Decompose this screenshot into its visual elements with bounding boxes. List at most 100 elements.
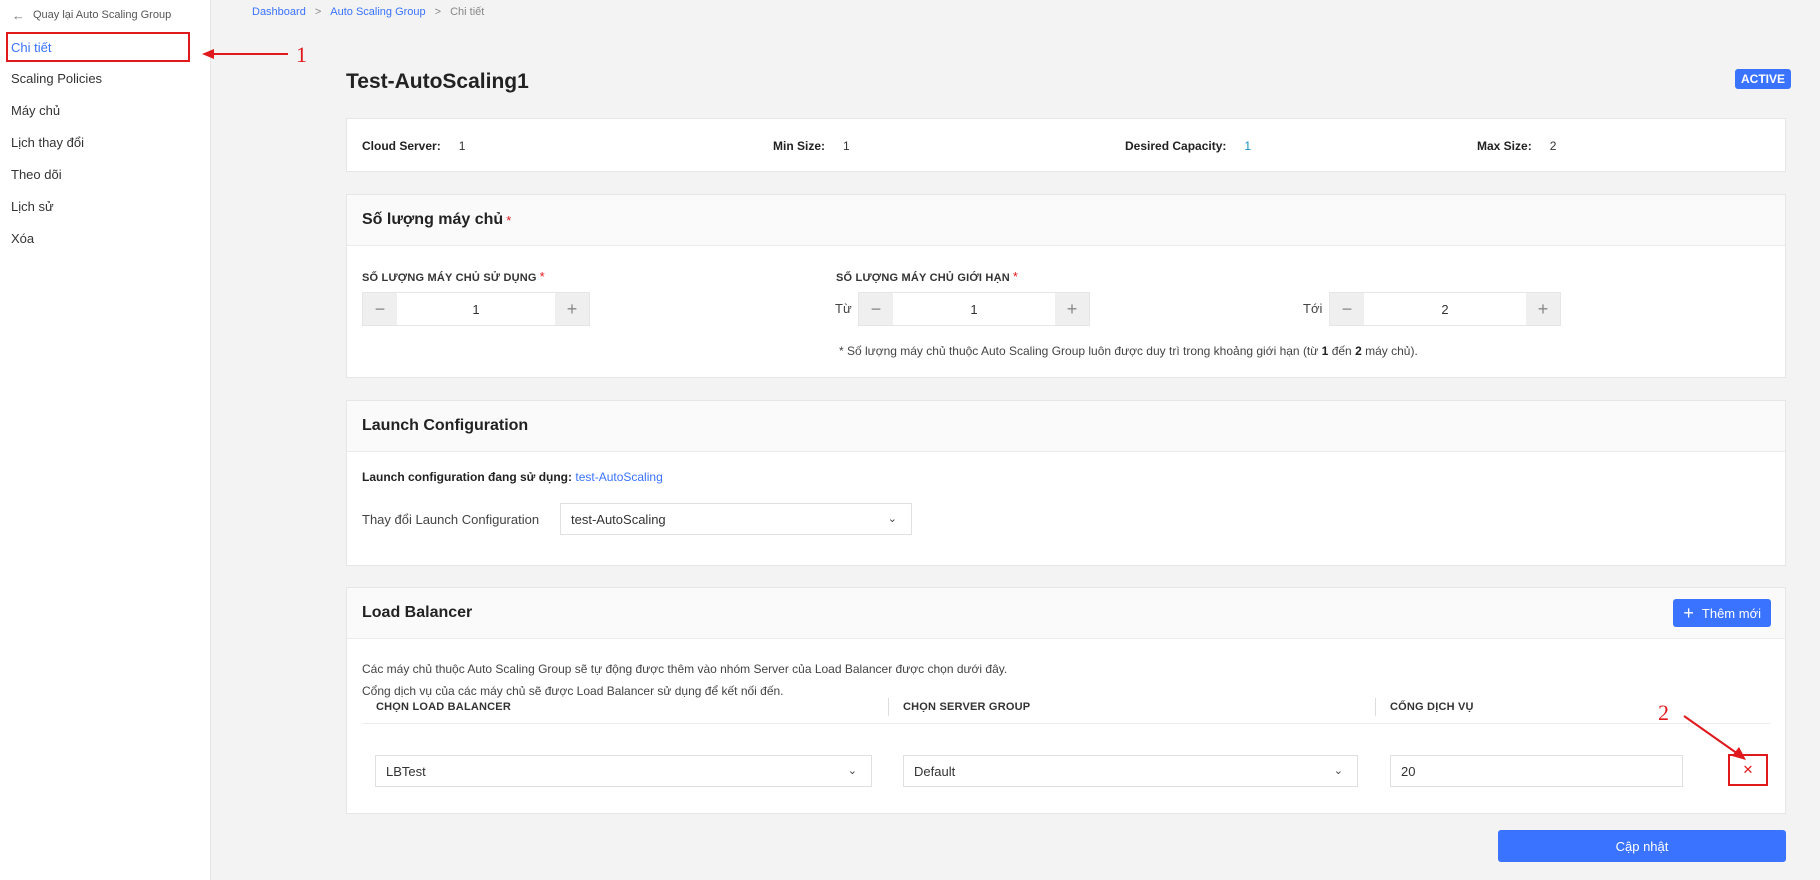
summary-label: Desired Capacity: bbox=[1125, 139, 1227, 153]
note-to: 2 bbox=[1355, 344, 1362, 358]
load-balancer-description: Các máy chủ thuộc Auto Scaling Group sẽ … bbox=[362, 658, 1007, 702]
select-value: test-AutoScaling bbox=[571, 511, 666, 527]
sidebar-item-schedule[interactable]: Lịch thay đổi bbox=[0, 126, 210, 158]
chevron-down-icon: ⌄ bbox=[887, 513, 897, 525]
increment-button[interactable]: + bbox=[1526, 293, 1560, 325]
load-balancer-panel: Load Balancer + Thêm mới Các máy chủ thu… bbox=[346, 587, 1786, 814]
chevron-down-icon: ⌄ bbox=[1333, 765, 1343, 777]
required-mark: * bbox=[1012, 269, 1019, 284]
sidebar-item-scaling-policies[interactable]: Scaling Policies bbox=[0, 62, 210, 94]
add-new-label: Thêm mới bbox=[1701, 605, 1761, 621]
decrement-button[interactable]: − bbox=[859, 293, 893, 325]
annotation-number-1: 1 bbox=[296, 42, 307, 67]
annotation-arrow-1 bbox=[202, 49, 288, 59]
description-line: Các máy chủ thuộc Auto Scaling Group sẽ … bbox=[362, 662, 1008, 676]
plus-icon: + bbox=[1683, 603, 1694, 623]
server-count-panel: Số lượng máy chủ * SỐ LƯỢNG MÁY CHỦ SỬ D… bbox=[346, 194, 1786, 378]
sidebar-item-label: Lịch sử bbox=[11, 198, 54, 214]
to-label: Tới bbox=[1303, 301, 1323, 316]
sidebar-item-label: Xóa bbox=[11, 230, 35, 246]
column-divider bbox=[1375, 698, 1376, 716]
sidebar-item-label: Máy chủ bbox=[11, 102, 61, 118]
note-text: máy chủ). bbox=[1365, 344, 1418, 358]
update-button-label: Cập nhật bbox=[1615, 838, 1669, 854]
sidebar-item-label: Theo dõi bbox=[11, 166, 62, 182]
service-port-input[interactable]: 20 bbox=[1390, 755, 1683, 787]
launch-config-select[interactable]: test-AutoScaling ⌄ bbox=[560, 503, 912, 535]
sidebar-item-detail[interactable]: Chi tiết bbox=[6, 32, 190, 62]
update-button[interactable]: Cập nhật bbox=[1498, 830, 1786, 862]
field-label-text: SỐ LƯỢNG MÁY CHỦ GIỚI HẠN bbox=[836, 272, 1010, 284]
in-use-value[interactable]: 1 bbox=[397, 293, 555, 325]
server-group-select[interactable]: Default ⌄ bbox=[903, 755, 1358, 787]
back-link[interactable]: ← Quay lại Auto Scaling Group bbox=[0, 0, 210, 30]
summary-cloud-server: Cloud Server: 1 bbox=[362, 139, 465, 153]
table-row-divider bbox=[362, 723, 1770, 724]
sidebar-item-delete[interactable]: Xóa bbox=[0, 222, 210, 254]
launch-config-panel: Launch Configuration Launch configuratio… bbox=[346, 400, 1786, 566]
sidebar-item-label: Scaling Policies bbox=[11, 70, 103, 86]
breadcrumb-auto-scaling-group[interactable]: Auto Scaling Group bbox=[330, 6, 425, 18]
close-icon: ✕ bbox=[1742, 762, 1754, 777]
status-badge: ACTIVE bbox=[1735, 69, 1792, 89]
required-mark: * bbox=[506, 212, 512, 228]
limit-from-stepper: − 1 + bbox=[858, 292, 1090, 326]
breadcrumb-separator: > bbox=[314, 6, 322, 18]
select-value: Default bbox=[914, 763, 956, 779]
sidebar-item-monitor[interactable]: Theo dõi bbox=[0, 158, 210, 190]
breadcrumb-dashboard[interactable]: Dashboard bbox=[252, 6, 306, 18]
decrement-button[interactable]: − bbox=[363, 293, 397, 325]
sidebar-item-label: Chi tiết bbox=[11, 39, 52, 55]
panel-header: Số lượng máy chủ * bbox=[347, 195, 1785, 246]
note-from: 1 bbox=[1321, 344, 1329, 358]
column-header-service-port: CỔNG DỊCH VỤ bbox=[1390, 701, 1474, 713]
breadcrumb-separator: > bbox=[434, 6, 442, 18]
current-launch-config: Launch configuration đang sử dụng: test-… bbox=[362, 470, 663, 484]
summary-max-size: Max Size: 2 bbox=[1477, 139, 1556, 153]
summary-label: Min Size: bbox=[773, 139, 826, 153]
limit-to-value[interactable]: 2 bbox=[1364, 293, 1526, 325]
note-text: đến bbox=[1331, 344, 1352, 358]
limit-note: * Số lượng máy chủ thuộc Auto Scaling Gr… bbox=[839, 344, 1418, 358]
increment-button[interactable]: + bbox=[555, 293, 589, 325]
note-text: * Số lượng máy chủ thuộc Auto Scaling Gr… bbox=[839, 344, 1319, 358]
summary-panel: Cloud Server: 1 Min Size: 1 Desired Capa… bbox=[346, 118, 1786, 172]
field-label-text: SỐ LƯỢNG MÁY CHỦ SỬ DỤNG bbox=[362, 272, 537, 284]
sidebar-item-label: Lịch thay đổi bbox=[11, 134, 84, 150]
back-link-label: Quay lại Auto Scaling Group bbox=[33, 9, 172, 21]
summary-value: 2 bbox=[1549, 139, 1557, 153]
summary-desired-capacity: Desired Capacity: 1 bbox=[1125, 139, 1251, 153]
decrement-button[interactable]: − bbox=[1330, 293, 1364, 325]
limit-from-value[interactable]: 1 bbox=[893, 293, 1055, 325]
summary-min-size: Min Size: 1 bbox=[773, 139, 850, 153]
current-launch-config-link[interactable]: test-AutoScaling bbox=[575, 470, 662, 484]
in-use-label: SỐ LƯỢNG MÁY CHỦ SỬ DỤNG * bbox=[362, 269, 545, 284]
select-value: LBTest bbox=[386, 763, 426, 779]
change-launch-config-label: Thay đổi Launch Configuration bbox=[362, 512, 540, 527]
sidebar-item-servers[interactable]: Máy chủ bbox=[0, 94, 210, 126]
arrow-left-icon: ← bbox=[12, 7, 25, 23]
panel-title: Load Balancer bbox=[362, 604, 473, 621]
summary-value: 1 bbox=[1244, 139, 1252, 153]
panel-title: Số lượng máy chủ bbox=[362, 211, 504, 228]
panel-title: Launch Configuration bbox=[362, 417, 529, 434]
chevron-down-icon: ⌄ bbox=[847, 765, 857, 777]
description-line: Cổng dịch vụ của các máy chủ sẽ được Loa… bbox=[362, 684, 784, 698]
add-new-button[interactable]: + Thêm mới bbox=[1673, 599, 1771, 627]
annotation-arrow-2 bbox=[1683, 715, 1746, 760]
in-use-stepper: − 1 + bbox=[362, 292, 590, 326]
current-launch-config-label: Launch configuration đang sử dụng: bbox=[362, 470, 573, 484]
limit-to-stepper: − 2 + bbox=[1329, 292, 1561, 326]
breadcrumb-current: Chi tiết bbox=[450, 6, 485, 18]
annotation-number-2: 2 bbox=[1658, 700, 1669, 725]
summary-label: Max Size: bbox=[1477, 139, 1532, 153]
load-balancer-select[interactable]: LBTest ⌄ bbox=[375, 755, 872, 787]
required-mark: * bbox=[539, 269, 545, 284]
summary-value: 1 bbox=[458, 139, 466, 153]
limit-label: SỐ LƯỢNG MÁY CHỦ GIỚI HẠN * bbox=[836, 269, 1018, 284]
from-label: Từ bbox=[835, 301, 852, 316]
sidebar-item-history[interactable]: Lịch sử bbox=[0, 190, 210, 222]
column-divider bbox=[888, 698, 889, 716]
summary-label: Cloud Server: bbox=[362, 139, 441, 153]
increment-button[interactable]: + bbox=[1055, 293, 1089, 325]
